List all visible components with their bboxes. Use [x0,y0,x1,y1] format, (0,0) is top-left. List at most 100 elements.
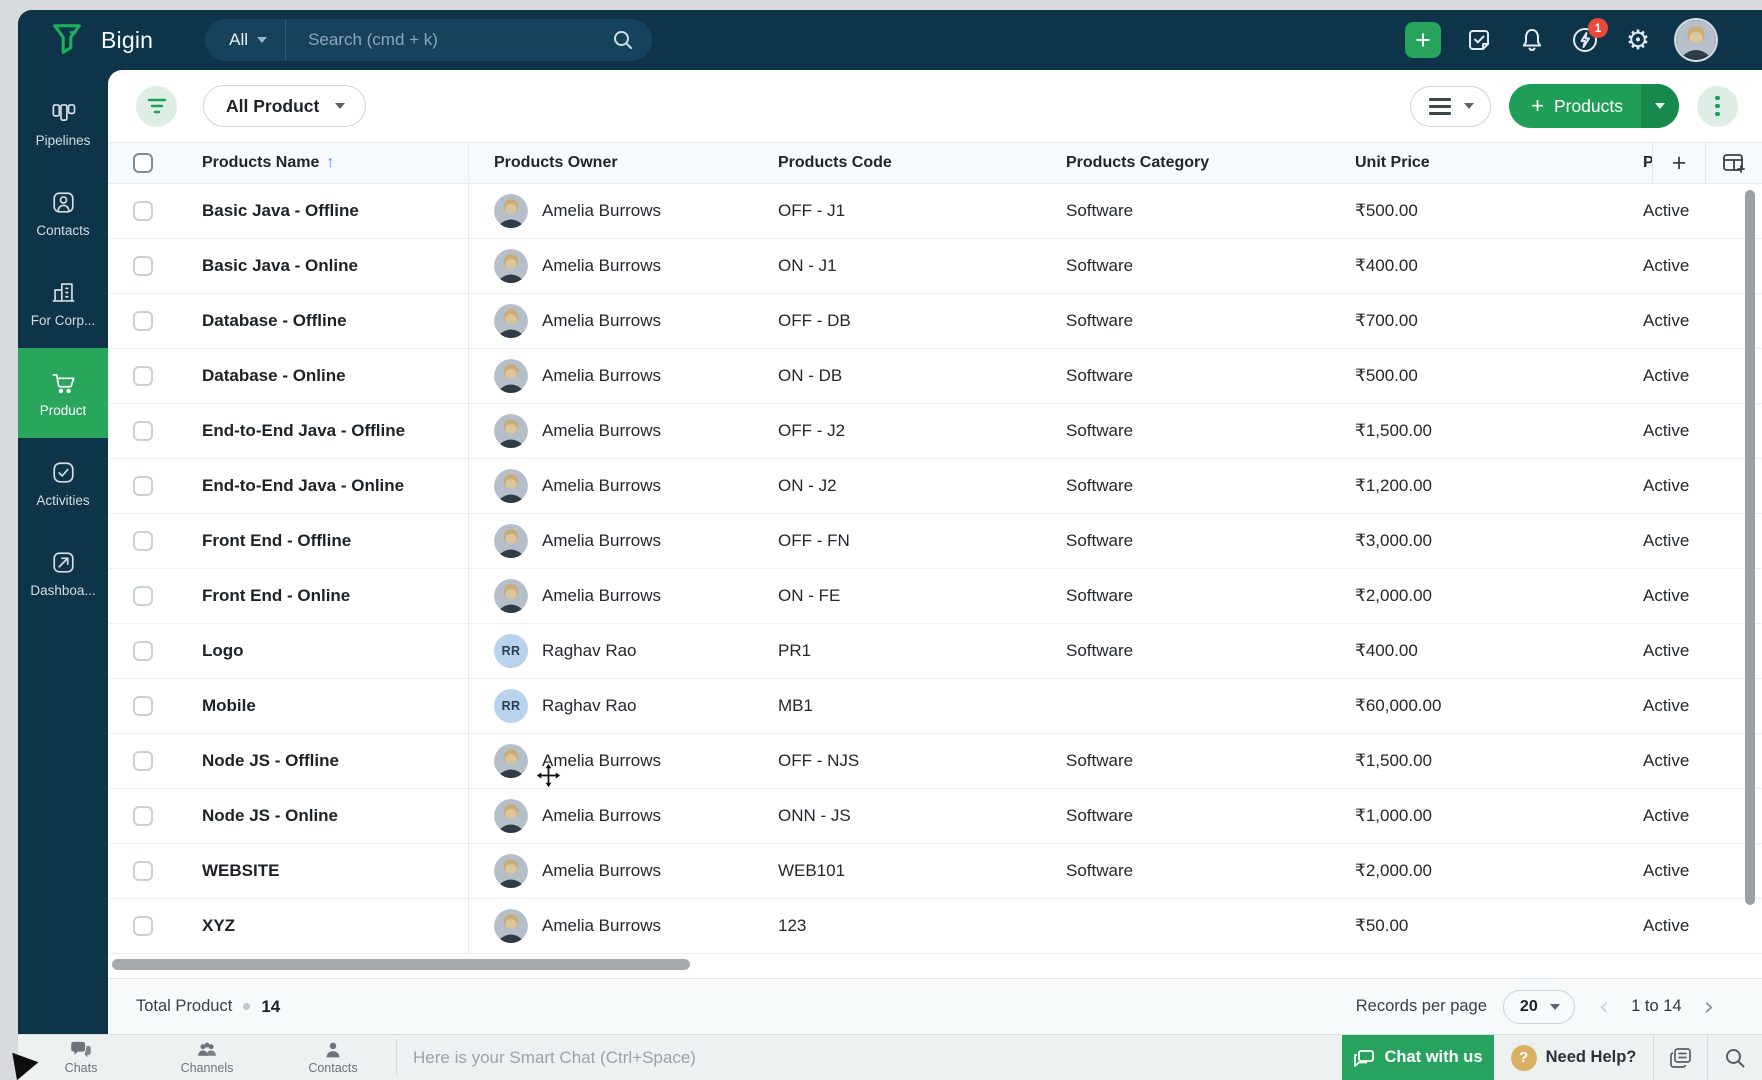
product-name[interactable]: End-to-End Java - Offline [202,421,405,441]
product-name[interactable]: End-to-End Java - Online [202,476,404,496]
tab-channels[interactable]: Channels [144,1035,270,1080]
row-checkbox[interactable] [133,476,153,496]
table-row[interactable]: Node JS - Online Amelia Burrows ONN - JS… [108,789,1762,844]
sidebar-item-dashboard[interactable]: Dashboa... [18,528,108,618]
page-range: 1 to 14 [1631,997,1681,1016]
product-name[interactable]: Front End - Online [202,586,350,606]
row-checkbox[interactable] [133,256,153,276]
row-checkbox[interactable] [133,201,153,221]
row-checkbox[interactable] [133,366,153,386]
filter-button[interactable] [136,86,177,127]
view-filter-dropdown[interactable]: All Product [203,85,366,127]
product-category: Software [1066,586,1133,606]
tab-contacts[interactable]: Contacts [270,1035,396,1080]
sidebar-item-corp[interactable]: For Corp... [18,258,108,348]
table-row[interactable]: WEBSITE Amelia Burrows WEB101 Software ₹… [108,844,1762,899]
sidebar-item-contacts[interactable]: Contacts [18,168,108,258]
table-row[interactable]: End-to-End Java - Offline Amelia Burrows… [108,404,1762,459]
table-row[interactable]: XYZ Amelia Burrows 123 ₹50.00 Active [108,899,1762,954]
tab-chats[interactable]: Chats [18,1035,144,1080]
product-name[interactable]: Mobile [202,696,256,716]
search-icon[interactable] [612,29,634,51]
product-name[interactable]: Database - Offline [202,311,347,331]
add-products-dropdown[interactable] [1641,84,1679,128]
table-row[interactable]: End-to-End Java - Online Amelia Burrows … [108,459,1762,514]
row-checkbox[interactable] [133,696,153,716]
whats-new-icon[interactable]: 1 [1570,25,1600,55]
product-name[interactable]: Basic Java - Offline [202,201,359,221]
product-name[interactable]: Logo [202,641,244,661]
sidebar-item-activities[interactable]: Activities [18,438,108,528]
view-mode-dropdown[interactable] [1410,86,1491,127]
need-help-button[interactable]: ? Need Help? [1494,1035,1654,1080]
manage-columns-icon[interactable] [1705,143,1762,183]
table-row[interactable]: Node JS - Offline Amelia Burrows OFF - N… [108,734,1762,789]
records-per-page-dropdown[interactable]: 20 [1503,990,1575,1024]
more-options-button[interactable] [1697,86,1738,127]
product-name[interactable]: Basic Java - Online [202,256,358,276]
feedback-notes-icon[interactable] [1654,1035,1708,1080]
search-scope-dropdown[interactable]: All [205,30,285,50]
row-checkbox[interactable] [133,531,153,551]
header-products-name[interactable]: Products Name↑ [178,143,469,183]
sidebar-item-pipelines[interactable]: Pipelines [18,78,108,168]
product-name[interactable]: Node JS - Online [202,806,338,826]
table-row[interactable]: Logo RR Raghav Rao PR1 Software ₹400.00 … [108,624,1762,679]
header-products-owner[interactable]: Products Owner [469,143,768,183]
product-category: Software [1066,256,1133,276]
search-input[interactable] [286,30,612,50]
row-checkbox[interactable] [133,751,153,771]
add-column-button[interactable]: + [1652,143,1705,183]
row-checkbox[interactable] [133,916,153,936]
header-products-code[interactable]: Products Code [768,143,1048,183]
tasks-icon[interactable] [1464,25,1494,55]
bottom-search-icon[interactable] [1708,1035,1762,1080]
table-row[interactable]: Basic Java - Offline Amelia Burrows OFF … [108,184,1762,239]
user-avatar[interactable] [1676,20,1716,60]
global-search[interactable]: All [205,19,652,61]
table-row[interactable]: Front End - Offline Amelia Burrows OFF -… [108,514,1762,569]
previous-page-button[interactable]: ‹ [1595,994,1613,1020]
row-checkbox[interactable] [133,311,153,331]
add-products-button[interactable]: + Products [1509,84,1679,128]
bigin-logo-icon[interactable] [48,21,86,59]
row-checkbox[interactable] [133,861,153,881]
table-row[interactable]: Mobile RR Raghav Rao MB1 ₹60,000.00 Acti… [108,679,1762,734]
header-unit-price[interactable]: Unit Price [1338,143,1628,183]
product-code: WEB101 [778,861,845,881]
table-row[interactable]: Database - Online Amelia Burrows ON - DB… [108,349,1762,404]
vertical-scrollbar[interactable] [1745,190,1755,905]
next-page-button[interactable]: › [1700,994,1718,1020]
table-row[interactable]: Basic Java - Online Amelia Burrows ON - … [108,239,1762,294]
product-status: Active [1643,916,1689,936]
product-name[interactable]: XYZ [202,916,235,936]
sidebar-item-product[interactable]: Product [18,348,108,438]
horizontal-scrollbar[interactable] [112,959,690,970]
chat-with-us-button[interactable]: Chat with us [1342,1035,1494,1080]
notifications-bell-icon[interactable] [1517,25,1547,55]
row-checkbox[interactable] [133,421,153,441]
unit-price: ₹500.00 [1355,201,1418,221]
product-name[interactable]: Database - Online [202,366,346,386]
product-code: OFF - J1 [778,201,845,221]
product-name[interactable]: Front End - Offline [202,531,351,551]
unit-price: ₹500.00 [1355,366,1418,386]
quick-add-button[interactable]: + [1405,22,1441,58]
row-checkbox[interactable] [133,641,153,661]
product-name[interactable]: WEBSITE [202,861,279,881]
question-mark-icon: ? [1511,1045,1537,1071]
table-row[interactable]: Database - Offline Amelia Burrows OFF - … [108,294,1762,349]
smart-chat-input[interactable] [397,1035,1342,1080]
add-products-label: Products [1554,96,1623,117]
owner-name: Raghav Rao [542,641,637,661]
settings-gear-icon[interactable]: ⚙ [1623,25,1653,55]
select-all-checkbox[interactable] [133,153,153,173]
owner-name: Amelia Burrows [542,201,661,221]
row-checkbox[interactable] [133,586,153,606]
header-products-category[interactable]: Products Category [1048,143,1338,183]
row-checkbox[interactable] [133,806,153,826]
sort-ascending-icon[interactable]: ↑ [326,154,334,172]
table-row[interactable]: Front End - Online Amelia Burrows ON - F… [108,569,1762,624]
product-name[interactable]: Node JS - Offline [202,751,339,771]
owner-name: Amelia Burrows [542,366,661,386]
